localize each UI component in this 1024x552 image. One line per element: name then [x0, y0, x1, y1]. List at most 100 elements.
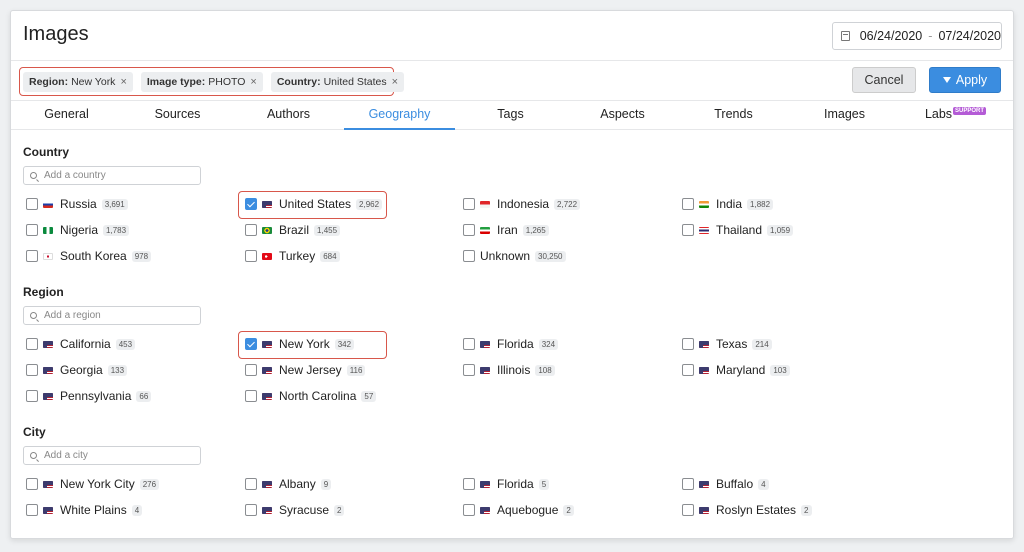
region-option-label: Pennsylvania: [60, 389, 132, 403]
checkbox[interactable]: [26, 198, 38, 210]
tab-authors[interactable]: Authors: [233, 102, 344, 130]
filter-key: Image type:: [146, 75, 206, 88]
region-option[interactable]: Georgia 133: [26, 362, 128, 378]
region-option[interactable]: Pennsylvania 66: [26, 388, 152, 404]
tab-general[interactable]: General: [11, 102, 122, 130]
count-badge: 1,882: [747, 198, 774, 210]
city-option[interactable]: Aquebogue 2: [463, 502, 574, 518]
country-option[interactable]: Unknown 30,250: [463, 248, 566, 264]
country-option[interactable]: South Korea 978: [26, 248, 152, 264]
checkbox[interactable]: [682, 478, 694, 490]
close-icon[interactable]: ×: [120, 76, 126, 88]
country-option[interactable]: Brazil 1,455: [245, 222, 341, 238]
country-option[interactable]: Indonesia 2,722: [463, 196, 581, 212]
tab-labs-label: Labs: [924, 107, 953, 121]
city-option-label: New York City: [60, 477, 135, 491]
checkbox[interactable]: [245, 364, 257, 376]
checkbox[interactable]: [682, 364, 694, 376]
checkbox[interactable]: [26, 338, 38, 350]
search-icon: [30, 452, 37, 459]
checkbox[interactable]: [682, 198, 694, 210]
city-option[interactable]: White Plains 4: [26, 502, 143, 518]
count-badge: 2: [334, 504, 345, 516]
country-option-label: Nigeria: [60, 223, 99, 237]
support-badge: SUPPORT: [953, 107, 987, 115]
tab-trends[interactable]: Trends: [678, 102, 789, 130]
tab-aspects[interactable]: Aspects: [567, 102, 678, 130]
date-range-picker[interactable]: 06/24/2020 - 07/24/2020: [832, 22, 1002, 50]
country-option[interactable]: Nigeria 1,783: [26, 222, 130, 238]
region-option[interactable]: Illinois 108: [463, 362, 555, 378]
close-icon[interactable]: ×: [250, 76, 256, 88]
city-option[interactable]: Roslyn Estates 2: [682, 502, 812, 518]
checkbox[interactable]: [26, 478, 38, 490]
city-option[interactable]: New York City 276: [26, 476, 160, 492]
city-option-label: Florida: [497, 477, 534, 491]
checkbox[interactable]: [245, 478, 257, 490]
count-badge: 453: [115, 338, 136, 350]
country-option[interactable]: Iran 1,265: [463, 222, 549, 238]
checkbox[interactable]: [682, 224, 694, 236]
count-badge: 1,265: [522, 224, 549, 236]
checkbox[interactable]: [26, 250, 38, 262]
country-option-label: South Korea: [60, 249, 127, 263]
checkbox[interactable]: [463, 250, 475, 262]
checkbox[interactable]: [463, 338, 475, 350]
count-badge: 2: [801, 504, 812, 516]
city-option[interactable]: Buffalo 4: [682, 476, 769, 492]
usa-flag-icon: [480, 340, 490, 348]
india-flag-icon: [699, 200, 709, 208]
tab-labs[interactable]: Labs SUPPORT: [900, 102, 1011, 130]
date-separator: -: [928, 29, 933, 43]
city-option[interactable]: Syracuse 2: [245, 502, 345, 518]
region-option[interactable]: California 453: [26, 336, 136, 352]
checkbox[interactable]: [463, 478, 475, 490]
count-badge: 978: [131, 250, 152, 262]
cancel-button[interactable]: Cancel: [852, 67, 916, 93]
tab-geography[interactable]: Geography: [344, 102, 455, 130]
country-option[interactable]: Russia 3,691: [26, 196, 128, 212]
tab-images[interactable]: Images: [789, 102, 900, 130]
region-option[interactable]: Maryland 103: [682, 362, 790, 378]
tab-tags[interactable]: Tags: [455, 102, 566, 130]
region-search-input[interactable]: Add a region: [23, 306, 201, 325]
city-option[interactable]: Florida 5: [463, 476, 550, 492]
count-badge: 1,059: [767, 224, 794, 236]
checkbox[interactable]: [245, 250, 257, 262]
korea-flag-icon: [43, 252, 53, 260]
region-option[interactable]: New Jersey 116: [245, 362, 366, 378]
checkbox[interactable]: [26, 224, 38, 236]
count-badge: 30,250: [535, 250, 566, 262]
checkbox[interactable]: [463, 504, 475, 516]
checkbox[interactable]: [245, 504, 257, 516]
filter-chip-country[interactable]: Country: United States ×: [270, 71, 405, 92]
checkbox[interactable]: [245, 224, 257, 236]
count-badge: 1,783: [103, 224, 130, 236]
country-search-input[interactable]: Add a country: [23, 166, 201, 185]
country-option-label: Russia: [60, 197, 97, 211]
checkbox[interactable]: [26, 504, 38, 516]
region-section-title: Region: [23, 285, 64, 299]
region-option[interactable]: Texas 214: [682, 336, 772, 352]
filter-chip-region[interactable]: Region: New York ×: [23, 71, 133, 92]
checkbox[interactable]: [682, 338, 694, 350]
close-icon[interactable]: ×: [392, 76, 398, 88]
filter-chip-image-type[interactable]: Image type: PHOTO ×: [140, 71, 263, 92]
country-option[interactable]: Thailand 1,059: [682, 222, 794, 238]
checkbox[interactable]: [26, 364, 38, 376]
country-option[interactable]: Turkey 684: [245, 248, 340, 264]
checkbox[interactable]: [463, 364, 475, 376]
region-option[interactable]: North Carolina 57: [245, 388, 377, 404]
checkbox[interactable]: [463, 224, 475, 236]
checkbox[interactable]: [463, 198, 475, 210]
region-option[interactable]: Florida 324: [463, 336, 559, 352]
country-option[interactable]: India 1,882: [682, 196, 774, 212]
city-option[interactable]: Albany 9: [245, 476, 332, 492]
country-option-label: Thailand: [716, 223, 763, 237]
apply-button[interactable]: Apply: [929, 67, 1001, 93]
checkbox[interactable]: [682, 504, 694, 516]
tab-sources[interactable]: Sources: [122, 102, 233, 130]
checkbox[interactable]: [26, 390, 38, 402]
city-search-input[interactable]: Add a city: [23, 446, 201, 465]
checkbox[interactable]: [245, 390, 257, 402]
